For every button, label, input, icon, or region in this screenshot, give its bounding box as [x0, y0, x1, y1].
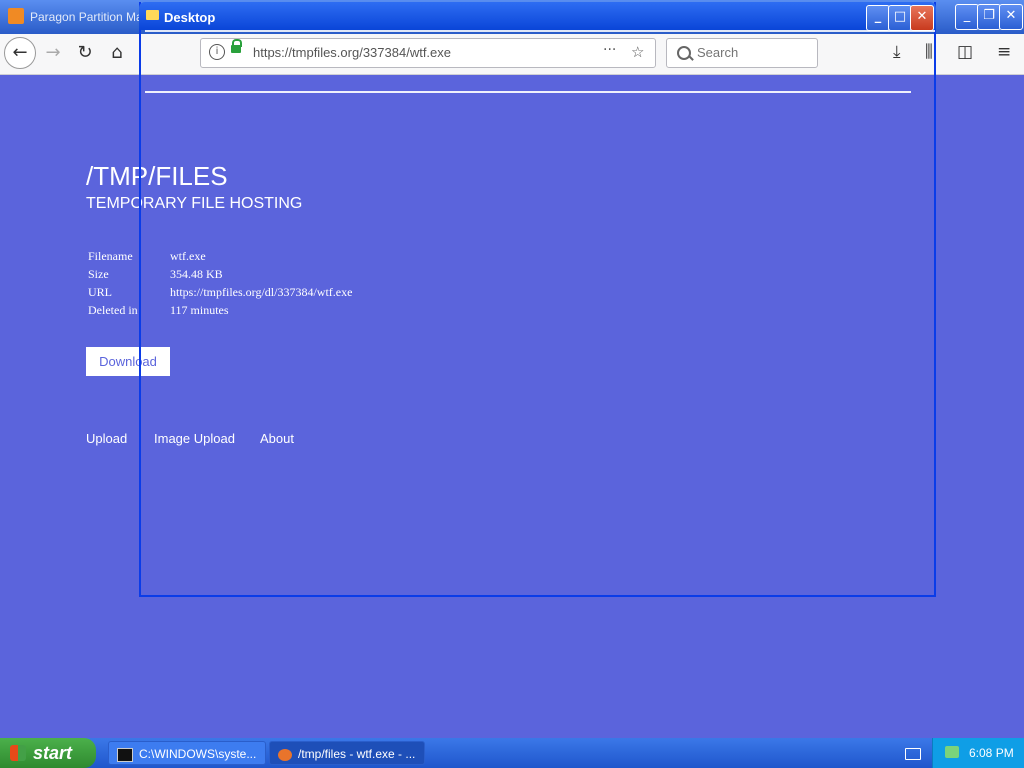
back-button[interactable]: ← [4, 37, 36, 69]
folder-icon [146, 10, 159, 20]
keyboard-icon[interactable] [905, 748, 921, 760]
minimize-icon[interactable]: _ [955, 4, 979, 30]
desktop-maximize-icon[interactable]: □ [888, 5, 912, 31]
system-tray: 6:08 PM [932, 738, 1024, 768]
desktop-close-icon[interactable]: ✕ [910, 5, 934, 31]
start-label: start [33, 743, 73, 763]
upload-link[interactable]: Upload [86, 431, 127, 446]
restore-icon[interactable]: ❐ [977, 4, 1001, 30]
cmd-icon [117, 747, 133, 762]
reload-button[interactable]: ↻ [70, 38, 100, 68]
taskbar: start C:\WINDOWS\syste... /tmp/files - w… [0, 738, 1024, 768]
firefox-icon [278, 748, 292, 761]
home-button[interactable]: ⌂ [102, 38, 132, 68]
sidebar-icon[interactable]: ◫ [957, 42, 973, 62]
taskbar-item-cmd[interactable]: C:\WINDOWS\syste... [108, 741, 266, 765]
taskbar-item-label: C:\WINDOWS\syste... [139, 747, 257, 761]
paragon-app-icon [8, 8, 24, 24]
desktop-window-divider [145, 30, 935, 32]
forward-button[interactable]: → [38, 38, 68, 68]
close-icon[interactable]: ✕ [999, 4, 1023, 30]
windows-logo-icon [10, 745, 26, 761]
start-button[interactable]: start [0, 738, 96, 768]
network-icon[interactable] [945, 746, 959, 758]
menu-icon[interactable]: ≡ [997, 42, 1011, 62]
firefox-window-title: Paragon Partition Mana [30, 10, 157, 24]
desktop-minimize-icon[interactable]: _ [866, 5, 890, 31]
taskbar-item-firefox[interactable]: /tmp/files - wtf.exe - ... [269, 741, 425, 765]
desktop-window-divider [145, 91, 911, 93]
taskbar-item-label: /tmp/files - wtf.exe - ... [298, 747, 416, 761]
desktop-window-title: Desktop [164, 10, 216, 25]
clock[interactable]: 6:08 PM [969, 746, 1014, 760]
desktop-window-title-bar[interactable]: Desktop _ □ ✕ [139, 2, 936, 31]
